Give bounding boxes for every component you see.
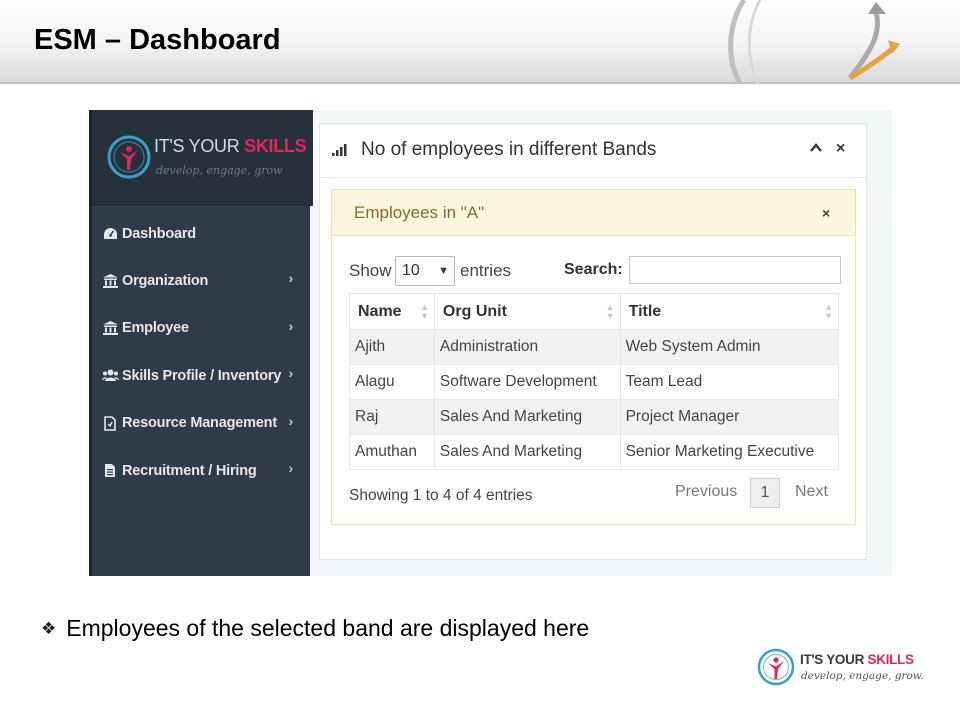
bands-panel: No of employees in different Bands × Emp… xyxy=(319,123,867,560)
cell-org-unit: Software Development xyxy=(433,364,621,400)
sort-icon: ▲ ▼ xyxy=(605,302,615,321)
sidebar-item-resource-management[interactable]: Resource Management › xyxy=(92,400,313,447)
sidebar-item-label: Resource Management xyxy=(122,415,277,432)
chevron-right-icon: › xyxy=(288,270,294,287)
employees-panel: Employees in "A" × Show 10 ▼ entries Sea… xyxy=(331,189,856,525)
brand-logo-icon xyxy=(107,135,151,179)
sort-icon: ▲ ▼ xyxy=(824,302,833,321)
column-header-label: Name xyxy=(358,302,402,320)
column-header-org-unit[interactable]: Org Unit ▲ ▼ xyxy=(433,293,621,330)
document-icon xyxy=(101,415,119,431)
cell-org-unit: Sales And Marketing xyxy=(433,434,621,470)
sort-icon: ▲ ▼ xyxy=(420,302,429,321)
pagination-previous-button[interactable]: Previous xyxy=(675,483,737,501)
main-content: No of employees in different Bands × Emp… xyxy=(310,110,892,576)
footer-logo: IT'S YOUR SKILLS develop, engage, grow. xyxy=(756,645,936,693)
cell-title: Project Manager xyxy=(619,399,840,435)
column-header-label: Title xyxy=(628,302,662,320)
app-screenshot: IT'S YOUR SKILLS develop, engage, grow D… xyxy=(89,110,892,576)
caption-text: Employees of the selected band are displ… xyxy=(66,615,590,641)
caret-down-icon: ▼ xyxy=(438,265,449,277)
table-row: Amuthan Sales And Marketing Senior Marke… xyxy=(349,434,840,470)
dashboard-icon xyxy=(101,227,119,240)
search-input[interactable] xyxy=(629,256,841,284)
footer-brand-part2: SKILLS xyxy=(867,652,914,667)
collapse-button[interactable] xyxy=(809,141,823,155)
close-button[interactable]: × xyxy=(836,140,845,158)
brand-logo-icon xyxy=(757,648,795,686)
pagination-next-button[interactable]: Next xyxy=(795,483,828,501)
sidebar-item-recruitment[interactable]: Recruitment / Hiring › xyxy=(92,447,313,494)
chevron-right-icon: › xyxy=(288,459,294,476)
brand-area: IT'S YOUR SKILLS develop, engage, grow xyxy=(92,110,313,206)
chevron-right-icon: › xyxy=(288,365,294,382)
sidebar-item-label: Organization xyxy=(122,273,209,290)
cell-title: Senior Marketing Executive xyxy=(619,434,840,470)
table-info-text: Showing 1 to 4 of 4 entries xyxy=(349,487,533,504)
users-icon xyxy=(101,369,119,382)
cell-name: Alagu xyxy=(349,364,435,400)
page-size-value: 10 xyxy=(402,262,420,279)
table-row: Alagu Software Development Team Lead xyxy=(349,364,840,400)
sidebar-item-employee[interactable]: Employee › xyxy=(92,305,313,352)
slide-header: ESM – Dashboard xyxy=(0,0,960,84)
swoosh-arrow-icon xyxy=(728,0,900,84)
search-label: Search: xyxy=(564,261,623,278)
diamond-bullet-icon: ❖ xyxy=(41,618,57,638)
sidebar-item-label: Employee xyxy=(122,320,189,337)
page-size-select[interactable]: 10 ▼ xyxy=(395,256,455,286)
brand-name: IT'S YOUR SKILLS xyxy=(154,136,307,157)
sidebar: IT'S YOUR SKILLS develop, engage, grow D… xyxy=(89,110,313,576)
sidebar-item-label: Skills Profile / Inventory xyxy=(122,367,282,384)
caption-bullet: ❖ Employees of the selected band are dis… xyxy=(41,615,589,642)
bands-panel-header: No of employees in different Bands × xyxy=(320,124,866,178)
cell-name: Raj xyxy=(349,399,435,435)
pagination-page-button[interactable]: 1 xyxy=(750,478,780,508)
cell-org-unit: Administration xyxy=(433,329,621,365)
table-header-row: Name ▲ ▼ Org Unit ▲ ▼ Title ▲ ▼ xyxy=(349,293,840,330)
footer-tagline: develop, engage, grow. xyxy=(801,670,924,682)
brand-name-part1: IT'S YOUR xyxy=(154,136,245,156)
employees-panel-header: Employees in "A" × xyxy=(332,190,855,236)
sidebar-item-organization[interactable]: Organization › xyxy=(92,257,313,304)
close-button[interactable]: × xyxy=(822,205,830,221)
brand-tagline: develop, engage, grow xyxy=(156,164,283,177)
column-header-label: Org Unit xyxy=(442,302,507,320)
signal-bars-icon xyxy=(332,144,347,156)
chevron-right-icon: › xyxy=(288,412,294,429)
show-label: Show xyxy=(349,261,392,280)
sidebar-item-dashboard[interactable]: Dashboard xyxy=(92,210,313,257)
bank-icon xyxy=(101,321,119,336)
table-row: Raj Sales And Marketing Project Manager xyxy=(349,399,840,435)
bank-icon xyxy=(101,274,119,289)
file-text-icon xyxy=(101,463,119,478)
cell-name: Amuthan xyxy=(349,434,435,470)
chevron-right-icon: › xyxy=(288,317,294,334)
slide-title: ESM – Dashboard xyxy=(34,24,281,56)
brand-name-part2: SKILLS xyxy=(244,136,307,156)
sidebar-nav: Dashboard Organization › Employee › Skil… xyxy=(92,210,313,494)
bands-panel-title: No of employees in different Bands xyxy=(361,139,657,160)
employees-table: Name ▲ ▼ Org Unit ▲ ▼ Title ▲ ▼ Ajith Administ… xyxy=(349,293,840,470)
sidebar-item-label: Recruitment / Hiring xyxy=(122,462,257,479)
cell-name: Ajith xyxy=(349,329,435,365)
cell-org-unit: Sales And Marketing xyxy=(433,399,621,435)
footer-brand-name: IT'S YOUR SKILLS xyxy=(800,652,914,667)
entries-label: entries xyxy=(460,261,512,280)
cell-title: Web System Admin xyxy=(619,329,840,365)
sidebar-item-label: Dashboard xyxy=(122,225,196,242)
column-header-title[interactable]: Title ▲ ▼ xyxy=(619,293,840,330)
sidebar-item-skills-profile[interactable]: Skills Profile / Inventory › xyxy=(92,352,313,399)
column-header-name[interactable]: Name ▲ ▼ xyxy=(349,293,435,330)
employees-panel-title: Employees in "A" xyxy=(354,203,485,222)
footer-brand-part1: IT'S YOUR xyxy=(800,652,868,667)
cell-title: Team Lead xyxy=(619,364,840,400)
table-row: Ajith Administration Web System Admin xyxy=(349,329,840,365)
